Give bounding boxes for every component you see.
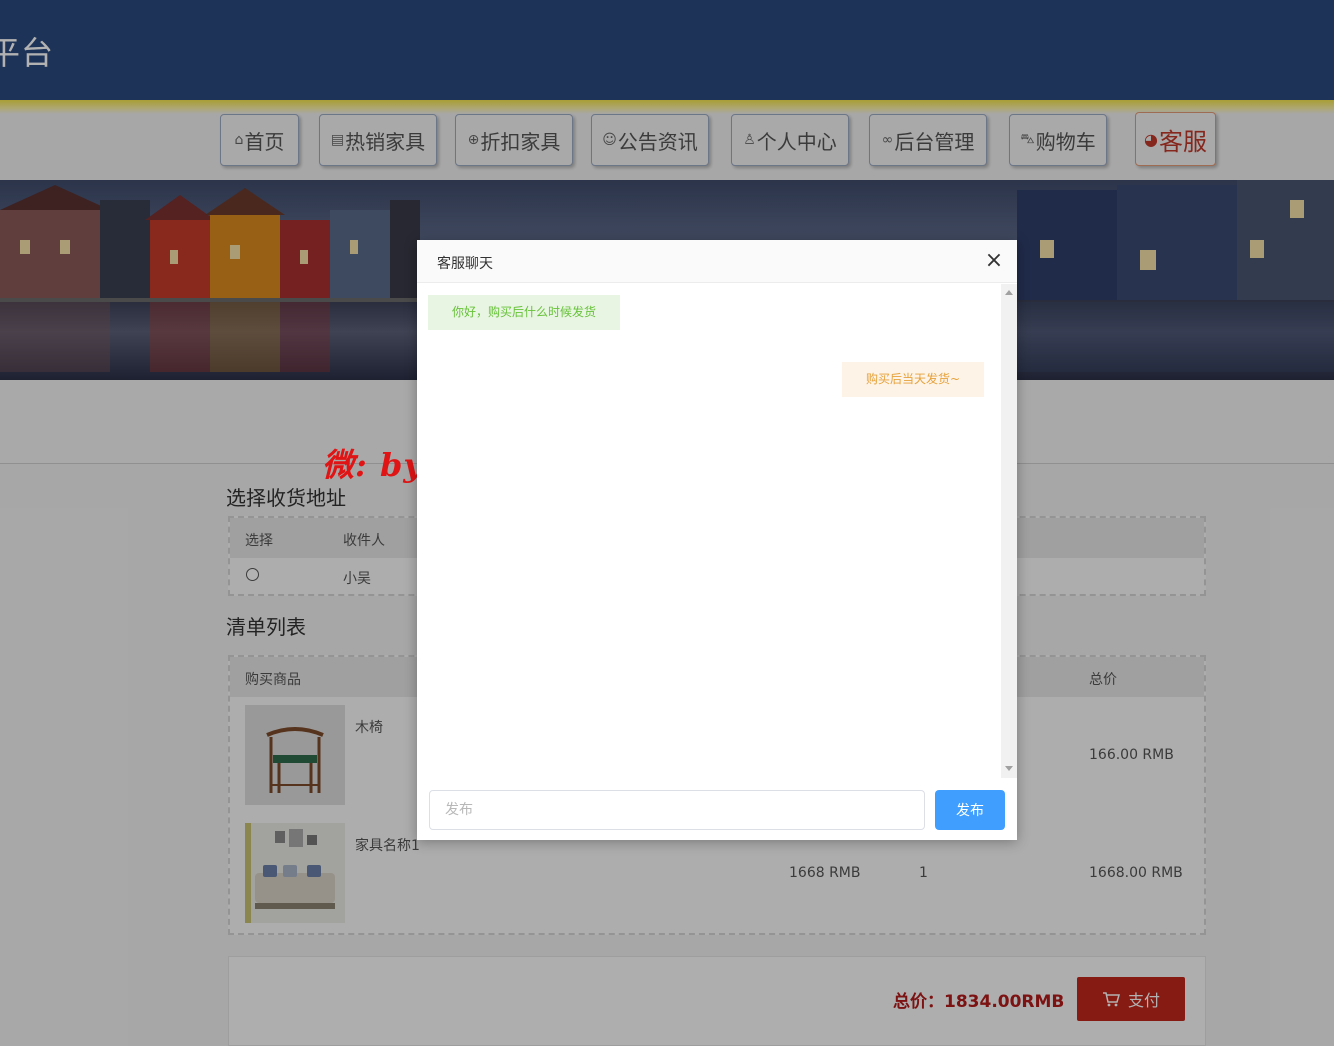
scroll-up-arrow-icon[interactable]: [1005, 290, 1013, 295]
close-icon[interactable]: ×: [983, 249, 1005, 273]
chat-input[interactable]: [429, 790, 925, 830]
dialog-header: 客服聊天 ×: [417, 240, 1017, 283]
chat-message-agent: 购买后当天发货~: [842, 362, 985, 397]
dialog-title: 客服聊天: [437, 256, 493, 272]
scroll-down-arrow-icon[interactable]: [1005, 766, 1013, 771]
chat-scrollbar[interactable]: [1001, 284, 1017, 778]
send-button[interactable]: 发布: [935, 790, 1005, 830]
customer-service-dialog: 客服聊天 × 你好，购买后什么时候发货 购买后当天发货~ 发布: [417, 240, 1017, 840]
chat-message-user: 你好，购买后什么时候发货: [428, 295, 621, 330]
chat-history[interactable]: 你好，购买后什么时候发货 购买后当天发货~: [417, 284, 1017, 778]
